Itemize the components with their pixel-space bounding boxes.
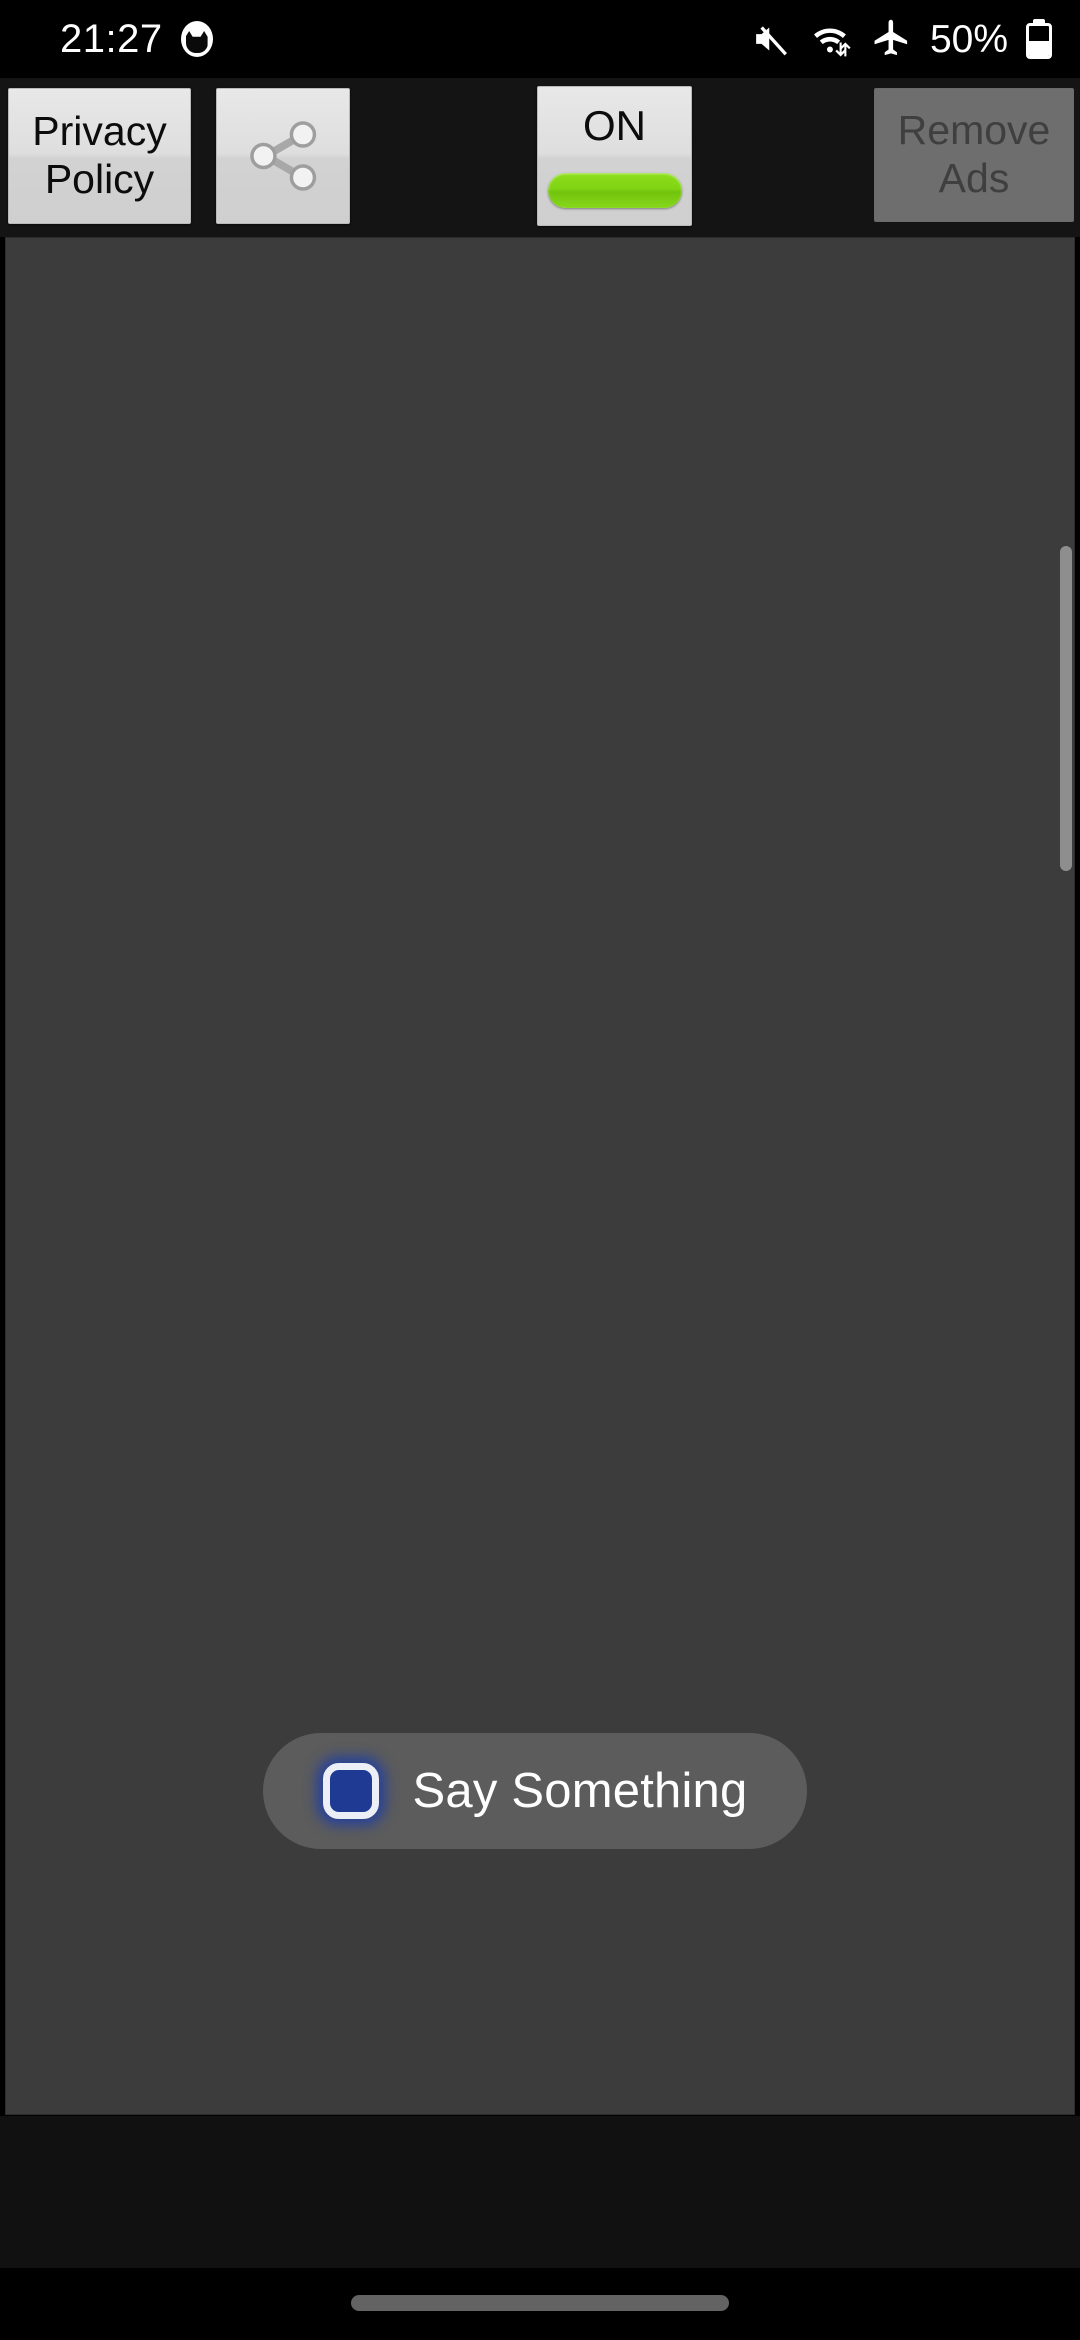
mute-icon	[756, 26, 787, 56]
wifi-icon	[813, 28, 851, 57]
app-notification-icon	[180, 21, 213, 57]
privacy-policy-label-line1: Privacy	[32, 108, 167, 155]
stop-square-icon	[322, 1763, 379, 1819]
gesture-navigation-handle[interactable]	[351, 2295, 729, 2311]
say-something-button[interactable]: Say Something	[263, 1733, 807, 1849]
status-bar-clock: 21:27	[60, 17, 163, 61]
scrollbar-thumb[interactable]	[1060, 546, 1072, 871]
sound-toggle-button[interactable]: ON	[537, 86, 692, 226]
share-button[interactable]	[216, 88, 350, 224]
status-bar: 21:27 50%	[0, 0, 1080, 78]
airplane-mode-icon	[874, 19, 908, 56]
sound-toggle-label: ON	[583, 102, 646, 149]
navigation-bar	[0, 2268, 1080, 2340]
phone-screen: 21:27 50% Privacy Policy ON Remove Ads S…	[0, 0, 1080, 2340]
remove-ads-label-line1: Remove	[897, 107, 1051, 154]
bottom-filler	[0, 2116, 1080, 2268]
share-icon	[250, 121, 317, 191]
privacy-policy-label-line2: Policy	[44, 156, 155, 202]
status-bar-right: 50%	[750, 18, 1052, 60]
sound-toggle-indicator	[547, 173, 682, 208]
status-bar-left: 21:27	[60, 19, 213, 59]
content-scrollbar[interactable]	[1060, 238, 1074, 2114]
toolbar: Privacy Policy ON Remove Ads	[0, 78, 1080, 237]
privacy-policy-button[interactable]: Privacy Policy	[8, 88, 191, 224]
remove-ads-label-line2: Ads	[938, 155, 1010, 201]
battery-percent-label: 50%	[929, 17, 1008, 61]
battery-icon	[1026, 19, 1052, 59]
say-something-label: Say Something	[412, 1763, 748, 1818]
remove-ads-button[interactable]: Remove Ads	[874, 88, 1074, 222]
